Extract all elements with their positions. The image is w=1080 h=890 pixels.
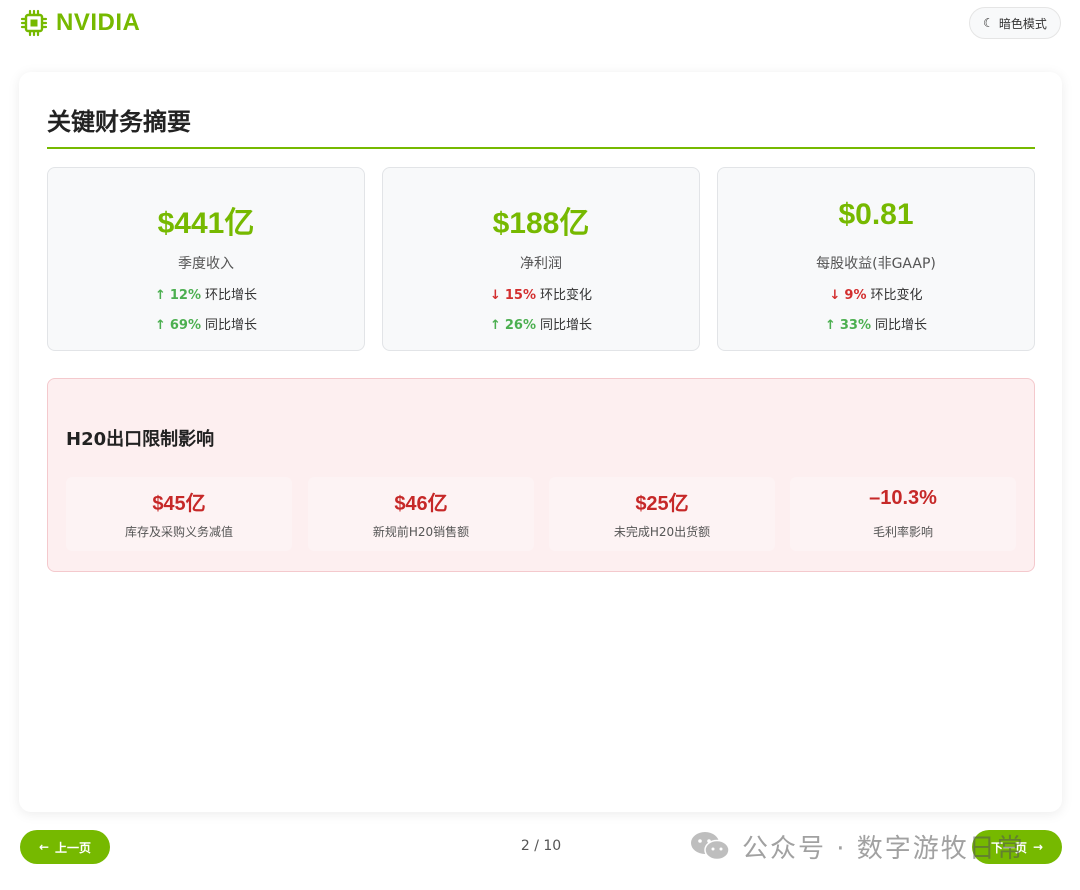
dark-mode-toggle-button[interactable]: ☾ 暗色模式 xyxy=(969,7,1061,39)
prev-page-button[interactable]: ← 上一页 xyxy=(20,830,110,864)
h20-impact-panel: H20出口限制影响 $45亿 库存及采购义务减值 $46亿 新规前H20销售额 … xyxy=(47,378,1035,572)
dark-mode-label: 暗色模式 xyxy=(998,16,1047,31)
metric-card-revenue: $441亿 季度收入 ↑ 12% 环比增长 ↑ 69% 同比增长 xyxy=(47,167,365,351)
impact-value: –10.3% xyxy=(869,487,937,509)
impact-title: H20出口限制影响 xyxy=(66,429,215,450)
arrow-left-icon: ← xyxy=(38,840,50,854)
metric-value: $0.81 xyxy=(838,198,914,231)
metric-change: ↓ 9% 环比变化 xyxy=(718,284,1034,303)
metric-card-eps: $0.81 每股收益(非GAAP) ↓ 9% 环比变化 ↑ 33% 同比增长 xyxy=(717,167,1035,351)
up-arrow-icon: ↑ xyxy=(489,318,501,333)
wechat-icon xyxy=(691,832,730,861)
page-total: 10 xyxy=(543,838,562,854)
metric-value: $441亿 xyxy=(157,207,255,240)
metric-change: ↓ 15% 环比变化 xyxy=(383,284,699,303)
impact-items: $45亿 库存及采购义务减值 $46亿 新规前H20销售额 $25亿 未完成H2… xyxy=(66,477,1018,551)
brand-logo[interactable]: NVIDIA xyxy=(20,8,140,38)
chip-icon xyxy=(20,9,48,37)
title-divider xyxy=(47,147,1035,149)
metric-card-net-income: $188亿 净利润 ↓ 15% 环比变化 ↑ 26% 同比增长 xyxy=(382,167,700,351)
change-text: 环比变化 xyxy=(540,288,593,303)
metric-label: 季度收入 xyxy=(178,256,234,272)
impact-value: $25亿 xyxy=(635,493,689,515)
metrics-row: $441亿 季度收入 ↑ 12% 环比增长 ↑ 69% 同比增长 $188亿 净利润 ↓… xyxy=(47,167,1035,351)
change-text: 同比增长 xyxy=(875,318,928,333)
slide-title: 关键财务摘要 xyxy=(47,108,191,136)
moon-icon: ☾ xyxy=(983,16,994,30)
arrow-right-icon: → xyxy=(1032,840,1044,854)
page-indicator: 2 / 10 xyxy=(500,838,582,854)
prev-page-label: 上一页 xyxy=(55,840,92,855)
change-percent: 33% xyxy=(839,318,871,333)
change-percent: 9% xyxy=(844,288,867,303)
slide-card: 关键财务摘要 $441亿 季度收入 ↑ 12% 环比增长 ↑ 69% 同比增长 $188… xyxy=(19,72,1062,812)
change-text: 同比增长 xyxy=(540,318,593,333)
metric-change: ↑ 26% 同比增长 xyxy=(383,314,699,333)
up-arrow-icon: ↑ xyxy=(824,318,836,333)
change-percent: 26% xyxy=(504,318,536,333)
next-page-button[interactable]: 下一页 → xyxy=(972,830,1062,864)
metric-change: ↑ 33% 同比增长 xyxy=(718,314,1034,333)
impact-value: $46亿 xyxy=(394,493,448,515)
change-text: 同比增长 xyxy=(205,318,258,333)
down-arrow-icon: ↓ xyxy=(489,288,501,303)
top-bar: NVIDIA ☾ 暗色模式 xyxy=(0,0,1080,56)
change-percent: 15% xyxy=(504,288,536,303)
metric-value: $188亿 xyxy=(492,207,590,240)
impact-item: $25亿 未完成H20出货额 xyxy=(549,477,775,551)
metric-change: ↑ 12% 环比增长 xyxy=(48,284,364,303)
impact-label: 库存及采购义务减值 xyxy=(124,525,233,539)
page-current: 2 xyxy=(520,838,530,854)
metric-change: ↑ 69% 同比增长 xyxy=(48,314,364,333)
impact-item: –10.3% 毛利率影响 xyxy=(790,477,1016,551)
impact-label: 未完成H20出货额 xyxy=(613,525,711,539)
change-percent: 12% xyxy=(169,288,201,303)
impact-item: $46亿 新规前H20销售额 xyxy=(308,477,534,551)
change-text: 环比增长 xyxy=(205,288,258,303)
impact-label: 毛利率影响 xyxy=(872,525,933,539)
metric-label: 净利润 xyxy=(520,256,562,272)
page-separator: / xyxy=(534,838,539,854)
change-percent: 69% xyxy=(169,318,201,333)
down-arrow-icon: ↓ xyxy=(829,288,841,303)
up-arrow-icon: ↑ xyxy=(154,288,166,303)
up-arrow-icon: ↑ xyxy=(154,318,166,333)
impact-label: 新规前H20销售额 xyxy=(372,525,470,539)
impact-item: $45亿 库存及采购义务减值 xyxy=(66,477,292,551)
change-text: 环比变化 xyxy=(870,288,923,303)
impact-value: $45亿 xyxy=(152,493,206,515)
brand-name: NVIDIA xyxy=(56,9,141,36)
next-page-label: 下一页 xyxy=(990,840,1027,855)
metric-label: 每股收益(非GAAP) xyxy=(816,256,936,272)
